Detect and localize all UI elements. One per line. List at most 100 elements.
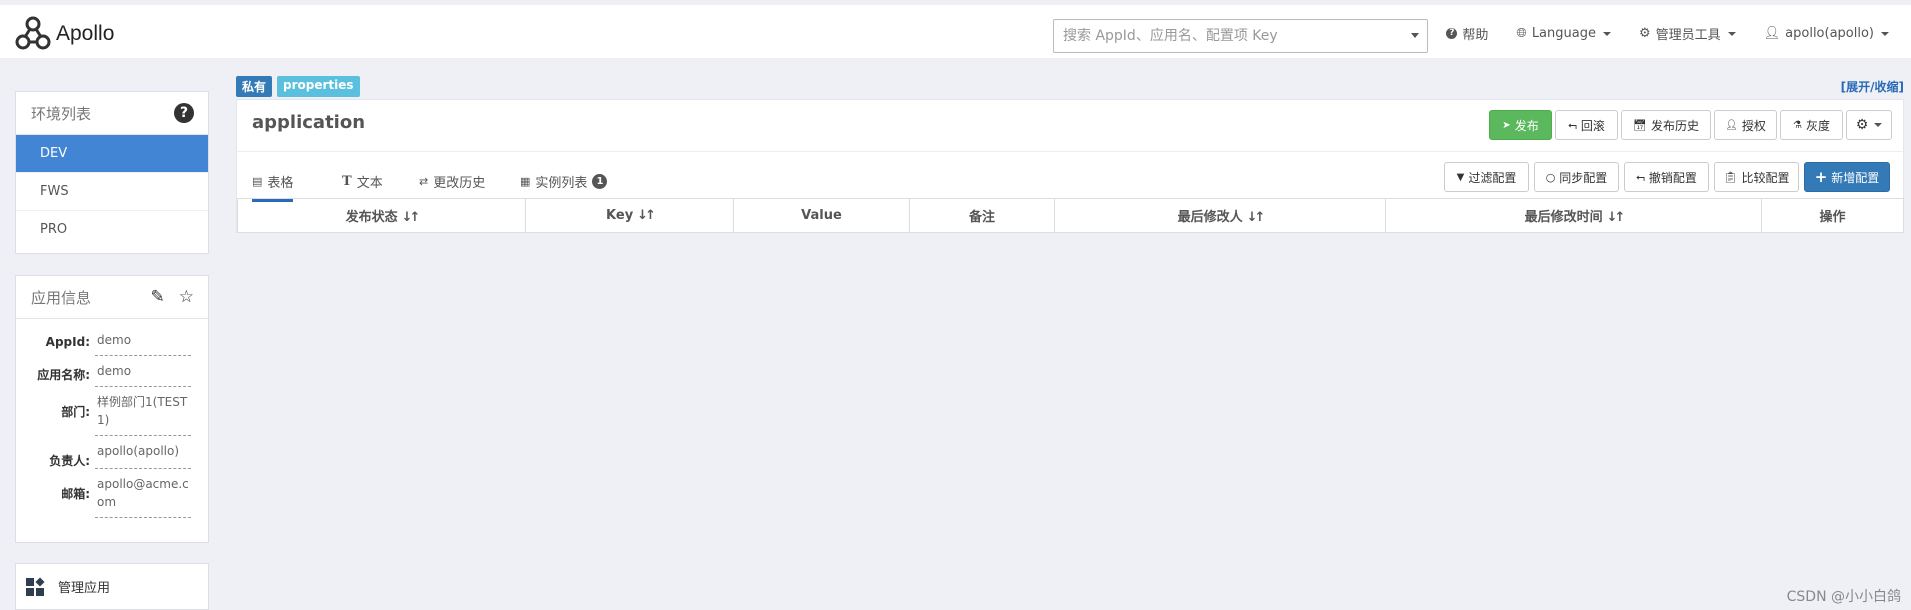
help-label: 帮助 <box>1462 28 1489 43</box>
column-header-release-status[interactable]: 发布状态 ↓↑ <box>237 198 526 233</box>
column-header-key[interactable]: Key ↓↑ <box>525 198 734 233</box>
clipboard-icon: 📋︎ <box>1723 170 1738 184</box>
column-label: 发布状态 <box>345 210 398 225</box>
info-value: demo <box>95 356 191 387</box>
gray-release-button[interactable]: ⚗ 灰度 <box>1780 110 1843 140</box>
search-input[interactable] <box>1054 20 1394 52</box>
table-header-row: 发布状态 ↓↑ Key ↓↑ Value 备注 最后修改人 ↓↑ 最后修改时间 ↓↑ 操… <box>237 198 1904 233</box>
grant-button[interactable]: 👤︎ 授权 <box>1714 110 1777 140</box>
info-value: apollo(apollo) <box>95 436 191 469</box>
env-item-pro[interactable]: PRO <box>16 211 208 249</box>
transfer-icon: ⇄ <box>419 175 429 188</box>
tab-text[interactable]: T 文本 <box>342 172 383 199</box>
manage-app-link[interactable]: 管理应用 <box>15 563 209 610</box>
info-label: 负责人: <box>49 454 90 468</box>
app-search-box[interactable] <box>1053 19 1428 53</box>
refresh-icon: ○ <box>1545 170 1556 184</box>
admin-tools-dropdown[interactable]: ⚙ 管理员工具 <box>1639 24 1736 43</box>
expand-collapse-link[interactable]: [展开/收缩] <box>1841 78 1904 95</box>
format-badge: properties <box>277 76 360 97</box>
private-badge: 私有 <box>236 76 273 97</box>
column-label: Key <box>606 208 634 223</box>
language-label: Language <box>1531 26 1596 41</box>
env-list-title: 环境列表 <box>31 104 92 123</box>
tab-change-history[interactable]: ⇄ 更改历史 <box>419 172 485 199</box>
flask-icon: ⚗ <box>1793 119 1802 131</box>
user-dropdown[interactable]: 👤︎ apollo(apollo) <box>1764 24 1889 43</box>
info-row-owner: 负责人: apollo(apollo) <box>16 436 208 469</box>
tab-change-history-label: 更改历史 <box>433 176 486 191</box>
send-icon: ➤ <box>1502 119 1511 131</box>
chevron-down-icon[interactable] <box>1411 33 1419 38</box>
filter-config-label: 过滤配置 <box>1468 170 1517 185</box>
rollback-label: 回滚 <box>1580 118 1605 133</box>
question-circle-icon[interactable]: ? <box>174 103 194 123</box>
info-label: 邮箱: <box>61 487 90 501</box>
sort-icon[interactable]: ↓↑ <box>402 210 421 225</box>
tab-instances[interactable]: ▦ 实例列表 1 <box>520 172 608 199</box>
info-row-app-name: 应用名称: demo <box>16 356 208 387</box>
apollo-logo[interactable]: Apollo <box>14 15 114 53</box>
info-label: AppId: <box>45 335 90 349</box>
help-link[interactable]: ? 帮助 <box>1446 24 1488 43</box>
column-header-comment: 备注 <box>909 198 1055 233</box>
question-circle-icon: ? <box>1446 28 1458 39</box>
admin-tools-label: 管理员工具 <box>1655 28 1721 43</box>
watermark: CSDN @小小白鸽 <box>1786 589 1901 605</box>
add-config-label: 新增配置 <box>1831 170 1880 185</box>
info-value: 样例部门1(TEST1) <box>95 387 191 436</box>
sync-config-label: 同步配置 <box>1559 170 1608 185</box>
column-header-last-modified-time[interactable]: 最后修改时间 ↓↑ <box>1385 198 1762 233</box>
sort-icon[interactable]: ↓↑ <box>637 208 656 223</box>
namespace-card: application ➤ 发布 ⮢ 回滚 📅︎ 发布历史 👤︎ 授权 ⚗ 灰度… <box>236 99 1904 233</box>
env-item-fws[interactable]: FWS <box>16 173 208 211</box>
plus-icon: + <box>1814 168 1828 186</box>
revoke-config-label: 撤销配置 <box>1648 170 1697 185</box>
column-header-actions: 操作 <box>1761 198 1904 233</box>
compare-config-button[interactable]: 📋︎ 比较配置 <box>1714 162 1799 192</box>
gray-release-label: 灰度 <box>1805 118 1830 133</box>
env-item-dev[interactable]: DEV <box>16 135 208 173</box>
publish-label: 发布 <box>1514 118 1539 133</box>
tab-instances-label: 实例列表 <box>535 176 588 191</box>
rollback-icon: ⮢ <box>1568 118 1577 131</box>
rollback-icon: ⮢ <box>1636 170 1645 183</box>
language-dropdown[interactable]: 🌐︎ Language <box>1516 24 1611 43</box>
add-config-button[interactable]: + 新增配置 <box>1804 162 1890 192</box>
info-label: 应用名称: <box>37 368 90 382</box>
caret-down-icon <box>1727 31 1736 36</box>
dashboard-icon <box>26 576 45 596</box>
brand-name: Apollo <box>56 22 115 45</box>
sort-icon[interactable]: ↓↑ <box>1607 210 1626 225</box>
release-history-button[interactable]: 📅︎ 发布历史 <box>1621 110 1711 140</box>
publish-button[interactable]: ➤ 发布 <box>1489 110 1552 140</box>
column-header-value: Value <box>733 198 910 233</box>
info-row-email: 邮箱: apollo@acme.com <box>16 469 208 518</box>
column-label: 最后修改时间 <box>1524 210 1603 225</box>
release-history-label: 发布历史 <box>1650 118 1699 133</box>
settings-dropdown-button[interactable]: ⚙ <box>1846 110 1892 140</box>
grant-label: 授权 <box>1741 118 1766 133</box>
info-value: apollo@acme.com <box>95 469 191 518</box>
gear-icon: ⚙ <box>1855 117 1869 133</box>
column-header-last-modifier[interactable]: 最后修改人 ↓↑ <box>1054 198 1386 233</box>
star-icon[interactable]: ☆ <box>179 287 194 307</box>
info-label: 部门: <box>61 405 90 419</box>
top-navbar: Apollo ? 帮助 🌐︎ Language ⚙ 管理员工具 👤︎ apoll… <box>0 0 1911 58</box>
text-icon: T <box>342 174 352 189</box>
namespace-title: application <box>252 112 366 133</box>
globe-icon: 🌐︎ <box>1516 26 1527 41</box>
filter-config-button[interactable]: ▼ 过滤配置 <box>1444 162 1529 192</box>
caret-down-icon <box>1874 123 1883 127</box>
edit-icon[interactable]: ✎ <box>151 287 165 307</box>
info-row-appid: AppId: demo <box>16 325 208 356</box>
manage-app-label: 管理应用 <box>58 581 111 596</box>
rollback-button[interactable]: ⮢ 回滚 <box>1555 110 1618 140</box>
compare-config-label: 比较配置 <box>1741 170 1790 185</box>
gear-icon: ⚙ <box>1638 26 1651 41</box>
revoke-config-button[interactable]: ⮢ 撤销配置 <box>1624 162 1709 192</box>
apollo-logo-icon <box>15 16 51 50</box>
sync-config-button[interactable]: ○ 同步配置 <box>1534 162 1619 192</box>
sort-icon[interactable]: ↓↑ <box>1247 210 1266 225</box>
app-info-title: 应用信息 <box>31 288 92 307</box>
